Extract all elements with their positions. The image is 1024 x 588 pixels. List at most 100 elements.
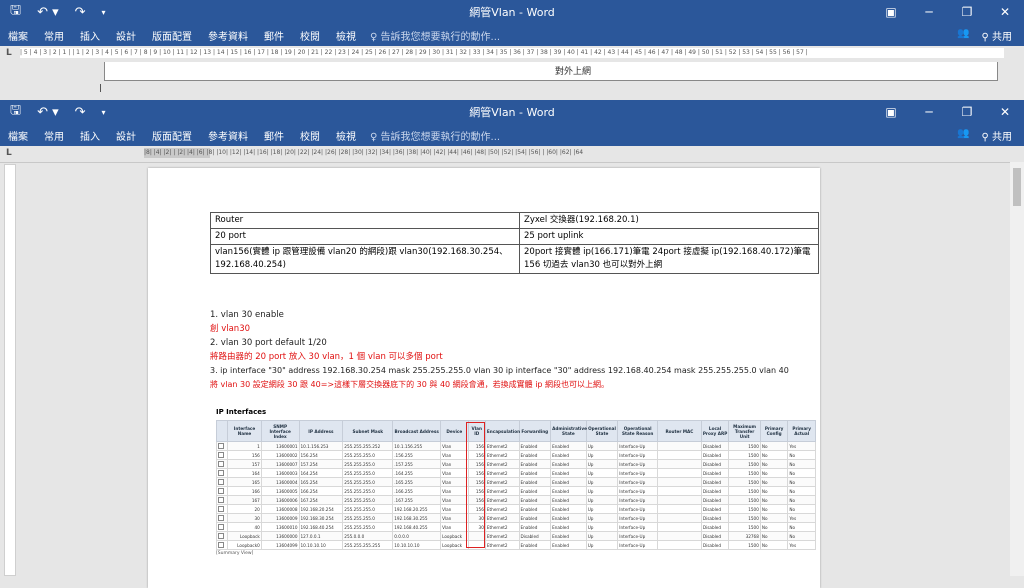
checkbox-icon[interactable] bbox=[218, 451, 224, 458]
column-header[interactable]: Router MAC bbox=[657, 420, 702, 442]
tab-file[interactable]: 檔案 bbox=[0, 28, 36, 43]
tab-selector[interactable]: L bbox=[6, 48, 12, 58]
step-3-note[interactable]: 將 vlan 30 設定網段 30 跟 40=>這樣下層交換器底下的 30 與 … bbox=[210, 379, 609, 391]
tab-insert[interactable]: 插入 bbox=[72, 128, 108, 143]
table-cell[interactable]: Zyxel 交換器(192.168.20.1) bbox=[519, 212, 819, 229]
column-header[interactable]: SNMP Interface Index bbox=[260, 420, 300, 442]
close-button[interactable]: ✕ bbox=[986, 0, 1024, 24]
row-checkbox[interactable] bbox=[215, 450, 229, 460]
column-header[interactable]: Administrative State bbox=[550, 420, 587, 442]
tab-view[interactable]: 檢視 bbox=[328, 128, 364, 143]
table-cell[interactable]: 20port 接實體 ip(166.171)筆電 24port 接虛擬 ip(1… bbox=[519, 244, 819, 274]
column-header[interactable]: Maximum Transfer Unit bbox=[728, 420, 761, 442]
table-cell[interactable]: 25 port uplink bbox=[519, 228, 819, 245]
column-header[interactable]: Interface Name bbox=[227, 420, 262, 442]
row-checkbox[interactable] bbox=[215, 540, 229, 550]
table-cell bbox=[657, 441, 702, 451]
table-cell[interactable]: 20 port bbox=[210, 228, 520, 245]
user-icon[interactable]: 👥 bbox=[957, 128, 969, 143]
row-checkbox[interactable] bbox=[215, 477, 229, 487]
vertical-scrollbar[interactable] bbox=[1010, 162, 1024, 576]
ribbon-display-icon[interactable]: ▣ bbox=[872, 0, 910, 24]
minimize-button[interactable]: ─ bbox=[910, 100, 948, 124]
tell-me-box[interactable]: ♀ 告訴我您想要執行的動作... bbox=[370, 28, 500, 43]
tab-review[interactable]: 校閱 bbox=[292, 128, 328, 143]
share-button[interactable]: ⚲ 共用 bbox=[981, 128, 1012, 143]
tab-layout[interactable]: 版面配置 bbox=[144, 128, 200, 143]
tell-me-box[interactable]: ♀ 告訴我您想要執行的動作... bbox=[370, 128, 500, 143]
checkbox-icon[interactable] bbox=[218, 442, 224, 449]
column-header[interactable]: Forwarding bbox=[518, 420, 552, 442]
share-button[interactable]: ⚲ 共用 bbox=[981, 28, 1012, 43]
tab-home[interactable]: 常用 bbox=[36, 128, 72, 143]
column-header[interactable]: Operational State Reason bbox=[617, 420, 659, 442]
tab-design[interactable]: 設計 bbox=[108, 28, 144, 43]
column-header[interactable] bbox=[215, 420, 229, 442]
tab-references[interactable]: 參考資料 bbox=[200, 128, 256, 143]
tab-mailings[interactable]: 郵件 bbox=[256, 128, 292, 143]
row-checkbox[interactable] bbox=[215, 495, 229, 505]
checkbox-icon[interactable] bbox=[218, 532, 224, 539]
minimize-button[interactable]: ─ bbox=[910, 0, 948, 24]
column-header[interactable]: Encapsulation bbox=[484, 420, 520, 442]
ribbon-display-icon[interactable]: ▣ bbox=[872, 100, 910, 124]
row-checkbox[interactable] bbox=[215, 468, 229, 478]
step-1[interactable]: 1. vlan 30 enable bbox=[210, 309, 284, 321]
table-cell: .165.255 bbox=[392, 477, 442, 487]
row-checkbox[interactable] bbox=[215, 504, 229, 514]
column-header[interactable]: Broadcast Address bbox=[392, 420, 442, 442]
row-checkbox[interactable] bbox=[215, 522, 229, 532]
column-header[interactable]: Device bbox=[440, 420, 469, 442]
column-header[interactable]: Primary Actual bbox=[787, 420, 816, 442]
checkbox-icon[interactable] bbox=[218, 469, 224, 476]
background-word-window: 🖫 ↶ ▾ ↷ ▾ 網管Vlan - Word ▣ ─ ❐ ✕ 檔案 常用 插入… bbox=[0, 0, 1024, 100]
tab-selector[interactable]: L bbox=[6, 148, 12, 158]
checkbox-icon[interactable] bbox=[218, 487, 224, 494]
table-cell[interactable]: Router bbox=[210, 212, 520, 229]
restore-button[interactable]: ❐ bbox=[948, 0, 986, 24]
vertical-ruler[interactable] bbox=[4, 164, 16, 576]
tab-mailings[interactable]: 郵件 bbox=[256, 28, 292, 43]
table-row: 20 13600008 192.168.20.254 255.255.255.0 192… bbox=[215, 504, 816, 514]
step-1-note[interactable]: 創 vlan30 bbox=[210, 323, 250, 335]
user-icon[interactable]: 👥 bbox=[957, 28, 969, 43]
row-checkbox[interactable] bbox=[215, 531, 229, 541]
scrollbar-thumb[interactable] bbox=[1013, 168, 1021, 206]
column-header[interactable]: Primary Config bbox=[759, 420, 789, 442]
tab-view[interactable]: 檢視 bbox=[328, 28, 364, 43]
step-2[interactable]: 2. vlan 30 port default 1/20 bbox=[210, 337, 327, 349]
tab-insert[interactable]: 插入 bbox=[72, 28, 108, 43]
table-cell[interactable]: vlan156(實體 ip 跟管理設備 vlan20 的網段)跟 vlan30(… bbox=[210, 244, 520, 274]
table-cell: Yes bbox=[787, 441, 816, 451]
column-header[interactable]: Operational State bbox=[585, 420, 619, 442]
tab-layout[interactable]: 版面配置 bbox=[144, 28, 200, 43]
tab-file[interactable]: 檔案 bbox=[0, 128, 36, 143]
row-checkbox[interactable] bbox=[215, 513, 229, 523]
checkbox-icon[interactable] bbox=[218, 541, 224, 548]
step-2-note[interactable]: 將路由器的 20 port 放入 30 vlan，1 個 vlan 可以多個 p… bbox=[210, 351, 443, 363]
step-3[interactable]: 3. ip interface "30" address 192.168.30.… bbox=[210, 365, 789, 377]
ribbon-tabs: 檔案 常用 插入 設計 版面配置 參考資料 郵件 校閱 檢視 ♀ 告訴我您想要執… bbox=[0, 124, 1024, 146]
tab-home[interactable]: 常用 bbox=[36, 28, 72, 43]
table-cell: Interface-Up bbox=[617, 540, 659, 550]
checkbox-icon[interactable] bbox=[218, 505, 224, 512]
tab-design[interactable]: 設計 bbox=[108, 128, 144, 143]
document-page[interactable]: Router Zyxel 交換器(192.168.20.1) 20 port 2… bbox=[148, 168, 820, 588]
checkbox-icon[interactable] bbox=[218, 523, 224, 530]
row-checkbox[interactable] bbox=[215, 486, 229, 496]
horizontal-ruler[interactable]: L |8| |4| |2| | |2| |4| |6| |8| |10| |12… bbox=[0, 146, 1024, 163]
checkbox-icon[interactable] bbox=[218, 460, 224, 467]
row-checkbox[interactable] bbox=[215, 459, 229, 469]
close-button[interactable]: ✕ bbox=[986, 100, 1024, 124]
checkbox-icon[interactable] bbox=[218, 496, 224, 503]
tab-review[interactable]: 校閱 bbox=[292, 28, 328, 43]
restore-button[interactable]: ❐ bbox=[948, 100, 986, 124]
row-checkbox[interactable] bbox=[215, 441, 229, 451]
checkbox-icon[interactable] bbox=[218, 514, 224, 521]
column-header[interactable]: Local Proxy ARP bbox=[700, 420, 730, 442]
column-header[interactable]: Subnet Mask bbox=[342, 420, 394, 442]
tab-references[interactable]: 參考資料 bbox=[200, 28, 256, 43]
column-header[interactable]: IP Address bbox=[298, 420, 344, 442]
checkbox-icon[interactable] bbox=[218, 478, 224, 485]
horizontal-ruler[interactable]: L | 5 | 4 | 3 | 2 | 1 | | 1 | 2 | 3 | 4 … bbox=[0, 46, 1024, 63]
